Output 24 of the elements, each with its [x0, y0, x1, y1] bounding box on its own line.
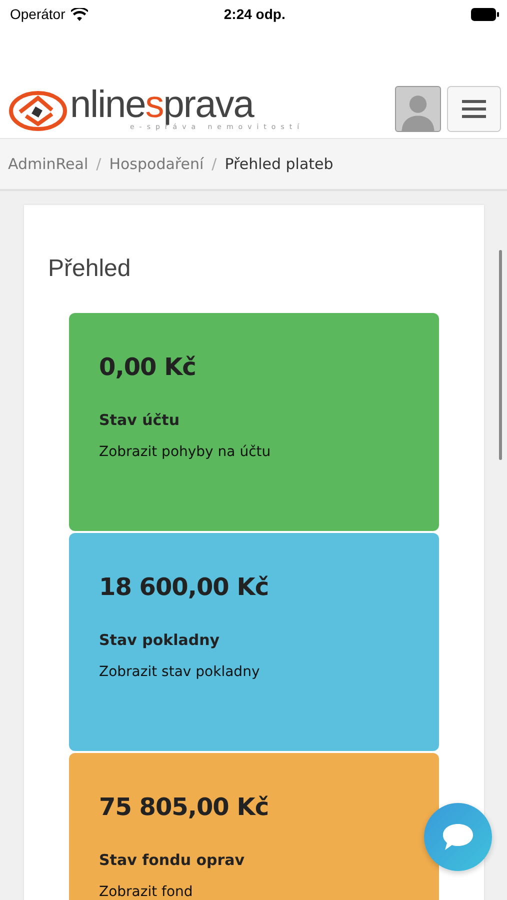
breadcrumb-separator: / [212, 155, 217, 173]
carrier-label: Operátor [10, 6, 66, 22]
card-amount: 18 600,00 Kč [99, 573, 270, 601]
breadcrumb-separator: / [96, 155, 102, 173]
logo-wordmark: nlinesprava [70, 87, 254, 123]
card-link[interactable]: Zobrazit fond [99, 884, 193, 900]
battery-icon [471, 8, 499, 20]
card-link[interactable]: Zobrazit stav pokladny [99, 664, 260, 680]
speech-bubble-icon [441, 822, 475, 852]
card-label: Stav účtu [99, 411, 181, 429]
card-label: Stav pokladny [99, 631, 221, 649]
menu-icon [462, 99, 486, 119]
card-link[interactable]: Zobrazit pohyby na účtu [99, 444, 271, 460]
avatar-button[interactable] [395, 86, 441, 132]
menu-button[interactable] [447, 86, 501, 132]
breadcrumb-current: Přehled plateb [224, 155, 334, 173]
card-amount: 75 805,00 Kč [99, 793, 270, 821]
breadcrumb-link[interactable]: AdminReal [8, 155, 88, 173]
clock-time: 2:24 odp. [224, 6, 286, 22]
breadcrumb-link[interactable]: Hospodaření [109, 155, 204, 173]
card-amount: 0,00 Kč [99, 353, 197, 381]
panel-title: Přehled [48, 255, 132, 283]
wifi-icon [71, 8, 88, 20]
card-label: Stav fondu oprav [99, 851, 246, 869]
